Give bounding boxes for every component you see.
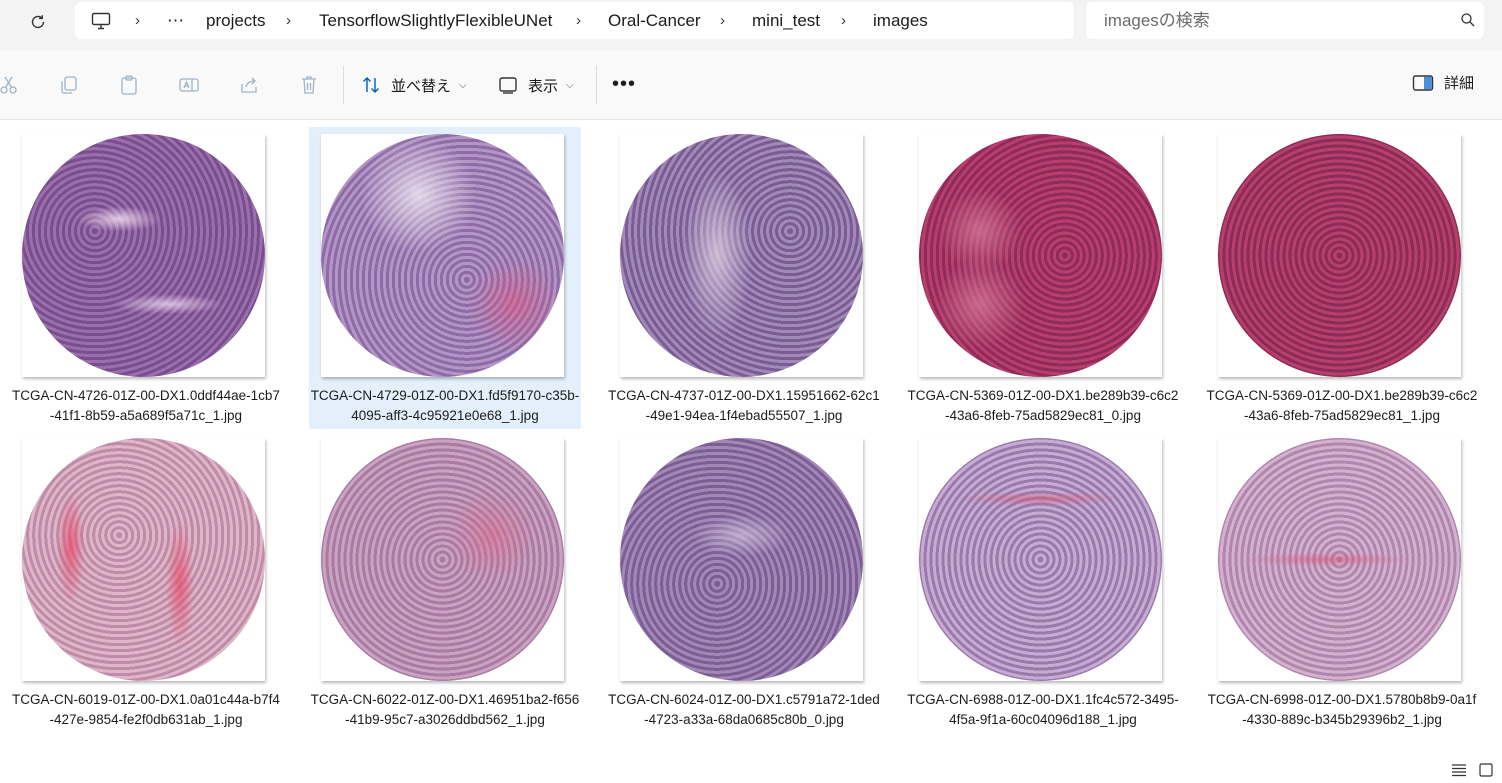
toolbar-divider [596, 66, 597, 104]
file-item[interactable]: TCGA-CN-6998-01Z-00-DX1.5780b8b9-0a1f-43… [1206, 424, 1478, 727]
copy-button[interactable] [57, 73, 81, 97]
toolbar-divider [343, 66, 344, 104]
breadcrumb-chevron[interactable]: › [135, 2, 140, 39]
breadcrumb-chevron[interactable]: › [286, 2, 291, 39]
file-name: TCGA-CN-6019-01Z-00-DX1.0a01c44a-b7f4-42… [12, 692, 280, 727]
tissue-image [22, 438, 265, 681]
file-name: TCGA-CN-6998-01Z-00-DX1.5780b8b9-0a1f-43… [1207, 692, 1477, 727]
address-row: › ⋯ projects › TensorflowSlightlyFlexibl… [0, 0, 1502, 50]
image-thumbnail [22, 438, 265, 681]
file-name: TCGA-CN-4729-01Z-00-DX1.fd5f9170-c35b-40… [310, 388, 580, 423]
details-pane-icon [1412, 74, 1434, 91]
more-options-button[interactable]: ••• [612, 74, 636, 94]
breadcrumb-overflow[interactable]: ⋯ [167, 2, 184, 39]
address-bar[interactable]: › ⋯ projects › TensorflowSlightlyFlexibl… [75, 2, 1074, 39]
thumbnail-view-button[interactable] [1477, 761, 1495, 779]
sort-label: 並べ替え [391, 77, 452, 95]
clipboard-icon [121, 75, 137, 95]
paste-button[interactable] [117, 73, 141, 97]
delete-button[interactable] [297, 73, 321, 97]
image-thumbnail [321, 438, 564, 681]
refresh-icon [31, 15, 45, 29]
tissue-image [919, 134, 1162, 377]
view-icon [499, 77, 517, 94]
image-thumbnail [620, 134, 863, 377]
tissue-image [620, 438, 863, 681]
tissue-image [321, 134, 564, 377]
file-item[interactable]: TCGA-CN-4726-01Z-00-DX1.0ddf44ae-1cb7-41… [10, 120, 282, 423]
file-item[interactable]: TCGA-CN-6019-01Z-00-DX1.0a01c44a-b7f4-42… [10, 424, 282, 727]
file-name: TCGA-CN-5369-01Z-00-DX1.be289b39-c6c2-43… [907, 388, 1179, 423]
tissue-image [22, 134, 265, 377]
rename-icon [179, 78, 199, 92]
breadcrumb-oral-cancer[interactable]: Oral-Cancer [608, 2, 701, 39]
search-icon[interactable] [1460, 12, 1476, 28]
view-label: 表示 [528, 77, 559, 95]
file-name: TCGA-CN-6988-01Z-00-DX1.1fc4c572-3495-4f… [907, 692, 1179, 727]
tiles-view-icon [1479, 763, 1493, 777]
image-thumbnail [919, 134, 1162, 377]
rename-button[interactable] [177, 73, 201, 97]
view-button[interactable]: 表示 ⌵ [498, 70, 574, 100]
breadcrumb-images[interactable]: images [873, 2, 928, 39]
breadcrumb-chevron[interactable]: › [720, 2, 725, 39]
image-thumbnail [1218, 438, 1461, 681]
file-item[interactable]: TCGA-CN-5369-01Z-00-DX1.be289b39-c6c2-43… [907, 120, 1179, 423]
file-name: TCGA-CN-6024-01Z-00-DX1.c5791a72-1ded-47… [608, 692, 880, 727]
breadcrumb-chevron[interactable]: › [576, 2, 581, 39]
file-name: TCGA-CN-4737-01Z-00-DX1.15951662-62c1-49… [608, 388, 880, 423]
search-box[interactable]: imagesの検索 [1086, 2, 1484, 39]
details-button[interactable]: 詳細 [1412, 72, 1474, 93]
share-button[interactable] [237, 73, 261, 97]
image-thumbnail [22, 134, 265, 377]
file-grid: TCGA-CN-4726-01Z-00-DX1.0ddf44ae-1cb7-41… [0, 120, 1502, 750]
file-item[interactable]: TCGA-CN-5369-01Z-00-DX1.be289b39-c6c2-43… [1206, 120, 1478, 423]
list-view-icon [1452, 764, 1466, 777]
cut-button[interactable] [0, 73, 21, 97]
sort-button[interactable]: 並べ替え ⌵ [361, 70, 467, 100]
breadcrumb-mini-test[interactable]: mini_test [752, 2, 820, 39]
scissors-icon [0, 76, 17, 94]
image-thumbnail [919, 438, 1162, 681]
image-thumbnail [620, 438, 863, 681]
refresh-button[interactable] [22, 6, 54, 38]
image-thumbnail [1218, 134, 1461, 377]
tissue-image [620, 134, 863, 377]
this-pc-button[interactable] [91, 2, 111, 39]
file-item-selected[interactable]: TCGA-CN-4729-01Z-00-DX1.fd5f9170-c35b-40… [309, 127, 581, 429]
breadcrumb-tensorflow-unet[interactable]: TensorflowSlightlyFlexibleUNet [319, 2, 552, 39]
share-icon [241, 77, 257, 93]
file-item[interactable]: TCGA-CN-6024-01Z-00-DX1.c5791a72-1ded-47… [608, 424, 880, 727]
image-thumbnail [321, 134, 564, 377]
file-item[interactable]: TCGA-CN-4737-01Z-00-DX1.15951662-62c1-49… [608, 120, 880, 423]
chevron-down-icon: ⌵ [566, 79, 574, 91]
breadcrumb-chevron[interactable]: › [841, 2, 846, 39]
tissue-image [1218, 134, 1461, 377]
monitor-icon [91, 12, 111, 29]
file-item[interactable]: TCGA-CN-6022-01Z-00-DX1.46951ba2-f656-41… [309, 424, 581, 727]
copy-icon [61, 76, 77, 94]
tissue-image [321, 438, 564, 681]
status-bar [0, 755, 1502, 783]
chevron-down-icon: ⌵ [459, 79, 467, 91]
command-bar: 並べ替え ⌵ 表示 ⌵ ••• 詳細 [0, 50, 1502, 120]
file-name: TCGA-CN-5369-01Z-00-DX1.be289b39-c6c2-43… [1206, 388, 1478, 423]
tissue-image [919, 438, 1162, 681]
details-label: 詳細 [1444, 75, 1475, 92]
search-placeholder: imagesの検索 [1104, 11, 1210, 30]
breadcrumb-projects[interactable]: projects [206, 2, 266, 39]
sort-icon [363, 77, 379, 93]
file-name: TCGA-CN-6022-01Z-00-DX1.46951ba2-f656-41… [310, 692, 580, 727]
details-view-button[interactable] [1450, 761, 1468, 779]
tissue-image [1218, 438, 1461, 681]
trash-icon [302, 76, 316, 94]
file-item[interactable]: TCGA-CN-6988-01Z-00-DX1.1fc4c572-3495-4f… [907, 424, 1179, 727]
file-name: TCGA-CN-4726-01Z-00-DX1.0ddf44ae-1cb7-41… [12, 388, 280, 423]
